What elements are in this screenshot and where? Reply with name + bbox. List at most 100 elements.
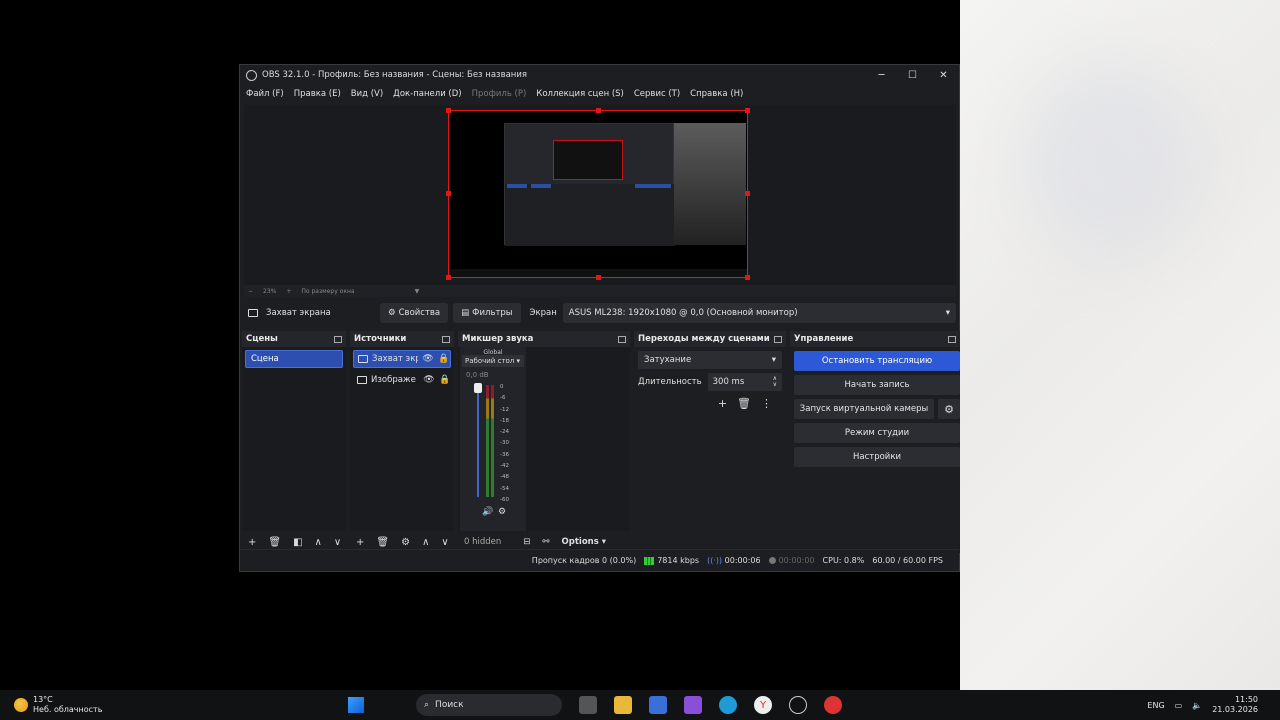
menu-edit[interactable]: Правка (E) xyxy=(294,89,341,99)
chevron-down-icon[interactable]: ▼ xyxy=(415,288,420,295)
undock-icon[interactable] xyxy=(618,335,626,343)
clock[interactable]: 11:50 21.03.2026 xyxy=(1212,695,1258,715)
taskbar-search[interactable]: ⌕ Поиск xyxy=(416,694,562,716)
weather-text: Неб. облачность xyxy=(33,705,103,714)
add-icon[interactable]: + xyxy=(248,537,256,548)
edge-icon[interactable] xyxy=(719,696,737,714)
settings-button[interactable]: Настройки xyxy=(794,447,960,467)
cpu-usage: CPU: 0.8% xyxy=(822,556,865,565)
level-meter-right xyxy=(491,385,494,497)
scenes-dock: Сцены Сцена + 🗑 ◧ ∧ ∨ xyxy=(242,331,346,553)
lock-icon[interactable]: 🔒 xyxy=(438,354,450,364)
menu-tools[interactable]: Сервис (T) xyxy=(634,89,680,99)
transition-select[interactable]: Затухание ▾ xyxy=(638,351,782,369)
source-item[interactable]: Изображе 👁 🔒 xyxy=(353,371,451,389)
eye-icon[interactable]: 👁 xyxy=(422,354,434,364)
mixer-settings-icon[interactable]: ⚙ xyxy=(498,507,506,517)
obs-window: OBS 32.1.0 - Профиль: Без названия - Сце… xyxy=(239,64,960,572)
transitions-title: Переходы между сценами xyxy=(638,334,770,344)
start-record-button[interactable]: Начать запись xyxy=(794,375,960,395)
zoom-out-icon[interactable]: − xyxy=(248,288,253,295)
fit-mode-select[interactable]: По размеру окна xyxy=(301,288,354,295)
zoom-bar: − 23% + По размеру окна ▼ xyxy=(244,285,956,297)
sources-dock: Источники Захват экр 👁 🔒 Изображе 👁 🔒 + … xyxy=(350,331,454,553)
trash-icon[interactable]: 🗑 xyxy=(376,537,389,548)
virtual-camera-button[interactable]: Запуск виртуальной камеры xyxy=(794,399,934,419)
add-icon[interactable]: + xyxy=(356,537,364,548)
volume-knob[interactable] xyxy=(474,383,482,393)
chevron-down-icon[interactable]: ∨ xyxy=(334,537,341,548)
file-explorer-icon[interactable] xyxy=(614,696,632,714)
menu-docks[interactable]: Док-панели (D) xyxy=(393,89,461,99)
undock-icon[interactable] xyxy=(774,335,782,343)
yandex-browser-icon[interactable]: Y xyxy=(754,696,772,714)
add-icon[interactable]: + xyxy=(718,397,727,410)
controls-dock: Управление Остановить трансляцию Начать … xyxy=(790,331,960,553)
gear-icon: ⚙ xyxy=(388,308,396,318)
more-icon[interactable]: ⋮ xyxy=(761,397,772,410)
preview-canvas[interactable] xyxy=(446,108,750,280)
source-item[interactable]: Захват экр 👁 🔒 xyxy=(353,350,451,368)
eye-icon[interactable]: 👁 xyxy=(423,375,435,385)
chevron-down-icon[interactable]: ∨ xyxy=(441,537,448,548)
record-time: 00:00:00 xyxy=(768,556,815,565)
audio-device-select[interactable]: Рабочий стол ▾ xyxy=(462,355,524,367)
mixer-title: Микшер звука xyxy=(462,334,534,344)
menu-file[interactable]: Файл (F) xyxy=(246,89,284,99)
broadcast-icon: ((·)) xyxy=(707,556,723,565)
trash-icon[interactable]: 🗑 xyxy=(268,537,281,548)
chevron-up-icon[interactable]: ∧ xyxy=(422,537,429,548)
undock-icon[interactable] xyxy=(442,335,450,343)
undock-icon[interactable] xyxy=(948,335,956,343)
title-bar: OBS 32.1.0 - Профиль: Без названия - Сце… xyxy=(240,65,959,85)
link-icon[interactable]: ⚯ xyxy=(542,537,549,547)
trash-icon[interactable]: 🗑 xyxy=(737,397,751,410)
duration-input[interactable]: 300 ms ∧ ∨ xyxy=(707,373,782,391)
screen-select[interactable]: ASUS ML238: 1920x1080 @ 0,0 (Основной мо… xyxy=(562,303,956,323)
properties-button[interactable]: ⚙ Свойства xyxy=(380,303,449,323)
network-icon[interactable]: ▭ xyxy=(1175,701,1183,710)
db-scale: 0 -6 -12 -18 -24 -30 -36 -42 -48 -54 -60 xyxy=(500,384,509,503)
chevron-up-icon[interactable]: ∧ xyxy=(315,537,322,548)
weather-widget[interactable]: 13°C Неб. облачность xyxy=(0,695,340,715)
filters-button[interactable]: ▤ Фильтры xyxy=(453,303,521,323)
maximize-button[interactable]: ☐ xyxy=(897,70,928,81)
menu-help[interactable]: Справка (H) xyxy=(690,89,743,99)
studio-mode-button[interactable]: Режим студии xyxy=(794,423,960,443)
stop-stream-button[interactable]: Остановить трансляцию xyxy=(794,351,960,371)
taskbar: 13°C Неб. облачность ⌕ Поиск Y ENG ▭ 🔈 11:… xyxy=(0,690,1280,720)
filter-icon[interactable]: ◧ xyxy=(293,537,302,548)
lock-icon[interactable]: 🔒 xyxy=(439,375,451,385)
mixer-channel: Global Рабочий стол ▾ 0,0 dB 0 -6 -12 -18-… xyxy=(460,347,526,531)
speaker-icon[interactable]: 🔊 xyxy=(482,507,493,517)
zoom-level: 23% xyxy=(263,287,277,295)
monitor-icon xyxy=(358,355,368,363)
options-button[interactable]: Options ▾ xyxy=(562,537,606,547)
gear-icon[interactable]: ⚙ xyxy=(401,537,410,548)
volume-fader[interactable] xyxy=(477,385,479,497)
windows-start-icon[interactable] xyxy=(348,697,364,713)
weather-icon xyxy=(14,698,28,712)
menu-bar: Файл (F) Правка (E) Вид (V) Док-панели (… xyxy=(240,85,959,103)
volume-db: 0,0 dB xyxy=(466,371,489,379)
close-button[interactable]: ✕ xyxy=(928,70,959,81)
copilot-icon[interactable] xyxy=(684,696,702,714)
chrome-icon[interactable] xyxy=(824,696,842,714)
menu-scene-collection[interactable]: Коллекция сцен (S) xyxy=(536,89,624,99)
menu-profile[interactable]: Профиль (P) xyxy=(472,89,527,99)
undock-icon[interactable] xyxy=(334,335,342,343)
zoom-in-icon[interactable]: + xyxy=(286,288,291,295)
preview-area[interactable] xyxy=(244,105,956,285)
minimize-button[interactable]: ─ xyxy=(866,70,897,81)
menu-view[interactable]: Вид (V) xyxy=(351,89,383,99)
stream-time: ((·)) 00:00:06 xyxy=(707,556,761,565)
layout-icon[interactable]: ⊟ xyxy=(523,537,530,547)
gear-icon[interactable]: ⚙ xyxy=(938,399,960,419)
scenes-title: Сцены xyxy=(246,334,278,344)
store-icon[interactable] xyxy=(649,696,667,714)
task-view-icon[interactable] xyxy=(579,696,597,714)
language-indicator[interactable]: ENG xyxy=(1147,701,1164,710)
obs-taskbar-icon[interactable] xyxy=(789,696,807,714)
volume-icon[interactable]: 🔈 xyxy=(1192,701,1202,710)
scene-item[interactable]: Сцена xyxy=(245,350,343,368)
